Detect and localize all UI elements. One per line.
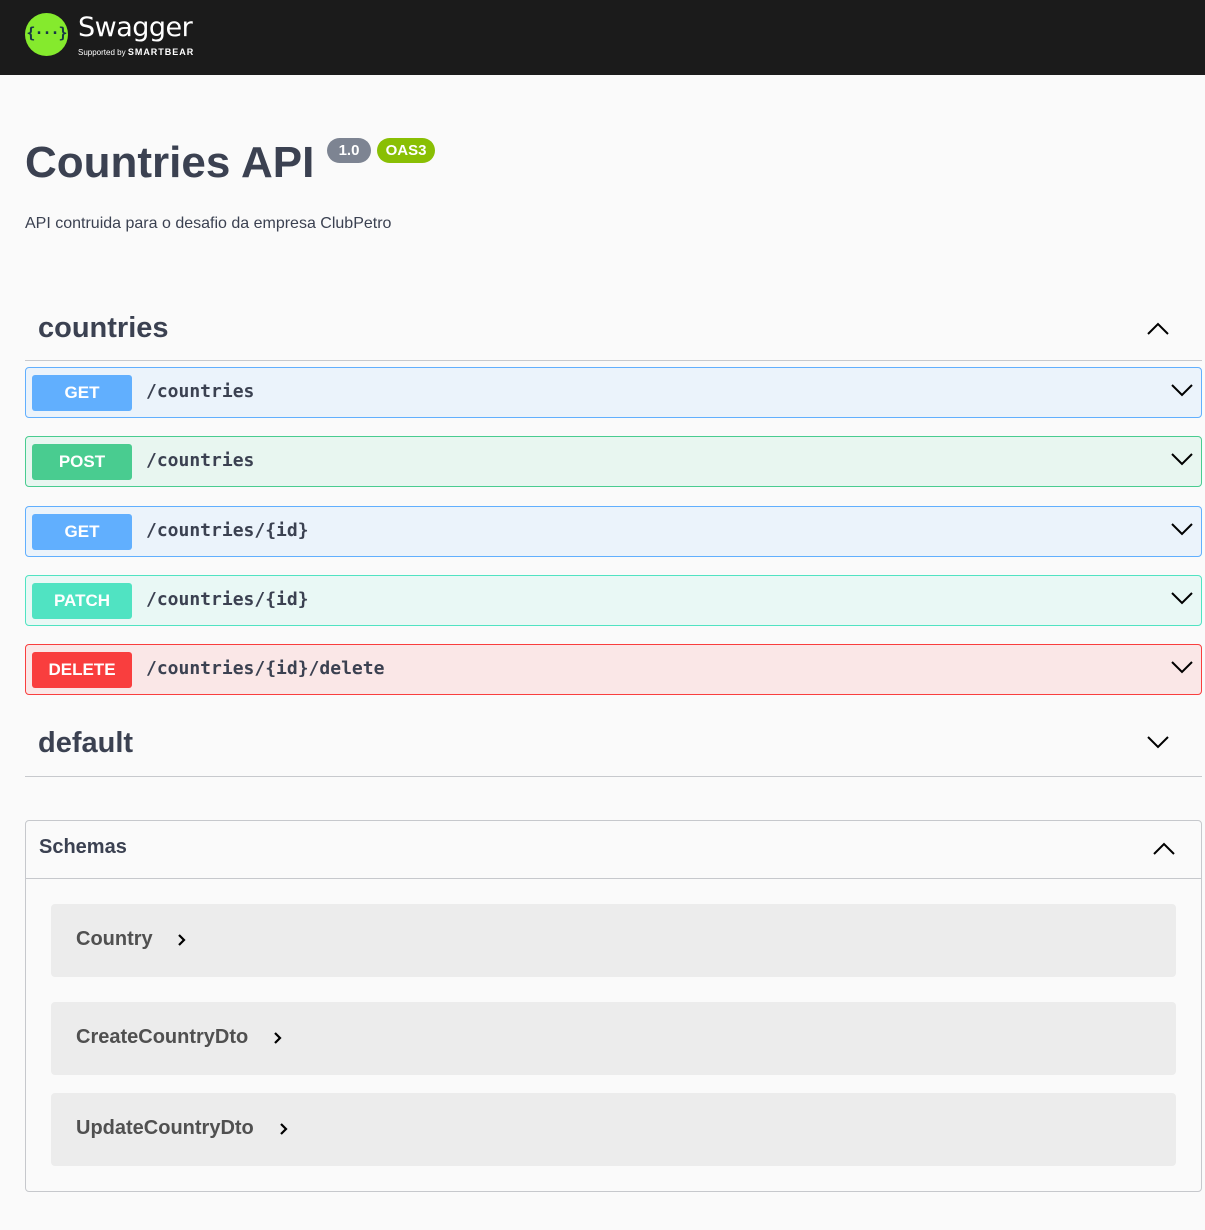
operation-post-countries[interactable]: POST /countries [25,436,1202,487]
model-name: UpdateCountryDto [76,1117,254,1139]
api-title: Countries API [25,138,315,187]
model-name: CreateCountryDto [76,1026,249,1048]
schema-model-createcountrydto[interactable]: CreateCountryDto [51,1002,1176,1075]
method-badge: POST [32,444,132,480]
tag-name: countries [38,312,169,344]
chevron-down-icon[interactable] [1170,451,1194,467]
operation-patch-country[interactable]: PATCH /countries/{id} [25,575,1202,626]
chevron-right-icon[interactable] [273,1031,283,1045]
logo-sub-brand: SMARTBEAR [127,47,195,57]
version-badge: 1.0 [327,138,371,163]
logo-sub-prefix: Supported by [78,48,128,57]
chevron-down-icon[interactable] [1170,382,1194,398]
chevron-down-icon[interactable] [1170,659,1194,675]
method-badge: GET [32,375,132,411]
chevron-up-icon[interactable] [1152,840,1176,856]
top-bar: {···} Swagger Supported by SMARTBEAR [0,0,1205,75]
operation-delete-country[interactable]: DELETE /countries/{id}/delete [25,644,1202,695]
logo-text: Swagger Supported by SMARTBEAR [78,12,194,58]
operation-path: /countries [146,381,255,402]
chevron-up-icon[interactable] [1146,320,1170,336]
api-description: API contruida para o desafio da empresa … [25,215,392,232]
operation-path: /countries/{id} [146,589,309,610]
operation-get-countries[interactable]: GET /countries [25,367,1202,418]
swagger-logo[interactable]: {···} Swagger Supported by SMARTBEAR [25,13,194,57]
operation-path: /countries [146,450,255,471]
model-name: Country [76,928,153,950]
operation-get-country-by-id[interactable]: GET /countries/{id} [25,506,1202,557]
logo-subtitle: Supported by SMARTBEAR [78,47,194,57]
chevron-down-icon[interactable] [1146,734,1170,750]
method-badge: GET [32,514,132,550]
tag-name: default [38,727,134,759]
chevron-down-icon[interactable] [1170,521,1194,537]
schemas-header[interactable]: Schemas [26,821,1201,879]
oas-badge: OAS3 [377,138,435,163]
logo-glyph: {···} [26,24,67,42]
method-badge: DELETE [32,652,132,688]
schema-model-updatecountrydto[interactable]: UpdateCountryDto [51,1093,1176,1166]
tag-header-countries[interactable]: countries [25,300,1202,361]
schemas-section: Schemas Country CreateCountryDto UpdateC… [25,820,1202,1192]
schemas-title: Schemas [39,836,127,858]
chevron-right-icon[interactable] [177,933,187,947]
operation-path: /countries/{id}/delete [146,658,385,679]
swagger-logo-icon: {···} [25,13,68,56]
tag-header-default[interactable]: default [25,714,1202,777]
chevron-down-icon[interactable] [1170,590,1194,606]
schema-model-country[interactable]: Country [51,904,1176,977]
operation-path: /countries/{id} [146,520,309,541]
logo-title: Swagger [78,12,193,43]
method-badge: PATCH [32,583,132,619]
chevron-right-icon[interactable] [279,1122,289,1136]
